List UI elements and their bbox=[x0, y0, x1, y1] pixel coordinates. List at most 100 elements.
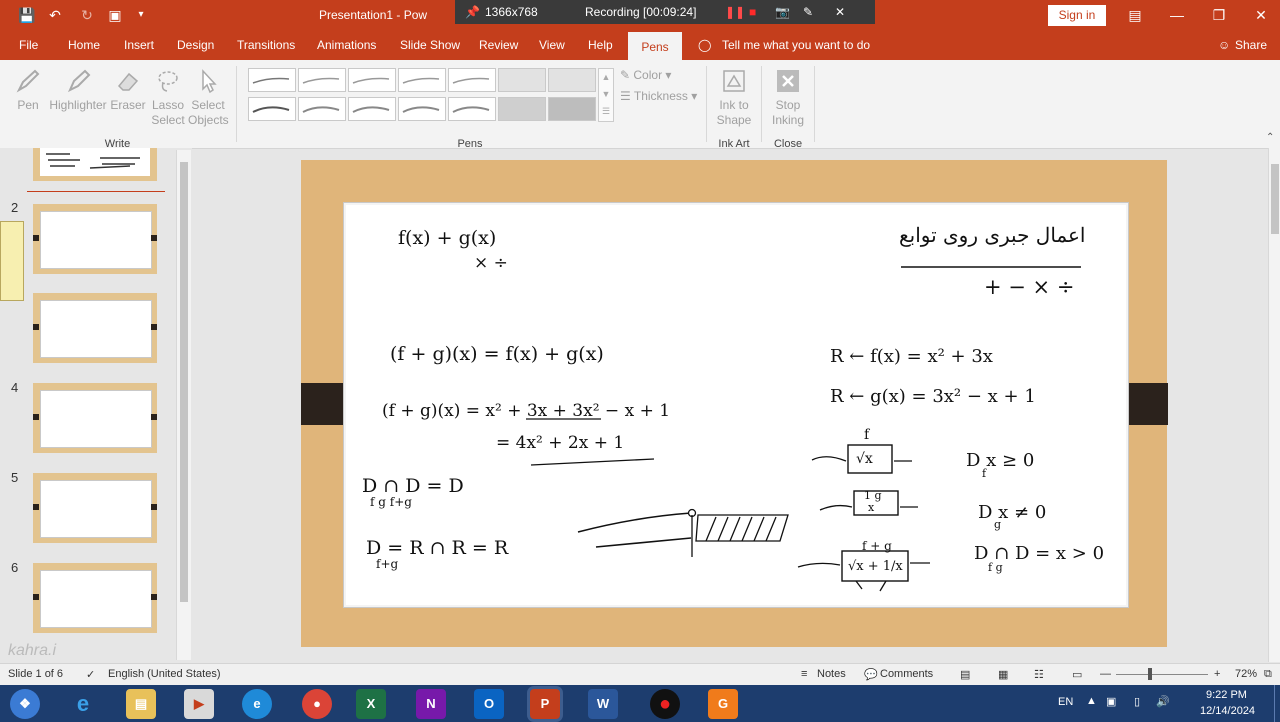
pen-gallery-scroll[interactable]: ▲ ▼ ☰ bbox=[598, 68, 614, 122]
tab-pens[interactable]: Pens bbox=[628, 32, 682, 60]
highlighter-preset[interactable] bbox=[498, 68, 546, 92]
start-from-beginning-icon[interactable]: ▣ bbox=[106, 6, 124, 24]
pen-button[interactable]: Pen bbox=[10, 68, 46, 113]
tab-help[interactable]: Help bbox=[588, 38, 613, 52]
media-player-icon[interactable]: ▶ bbox=[184, 689, 214, 719]
tab-view[interactable]: View bbox=[539, 38, 565, 52]
pen-preset[interactable] bbox=[298, 68, 346, 92]
color-dropdown[interactable]: ✎ Color ▾ bbox=[620, 68, 671, 82]
highlighter-button[interactable]: Highlighter bbox=[48, 68, 108, 113]
slide-thumbnail-2[interactable] bbox=[33, 204, 157, 274]
internet-explorer-icon[interactable]: e bbox=[68, 689, 98, 719]
powerpoint-icon[interactable]: P bbox=[530, 689, 560, 719]
pen-preset[interactable] bbox=[298, 97, 346, 121]
tray-expand-icon[interactable]: ▲ bbox=[1086, 695, 1097, 707]
pen-preset[interactable] bbox=[448, 68, 496, 92]
outlook-icon[interactable]: O bbox=[474, 689, 504, 719]
lasso-select-button[interactable]: Lasso Select bbox=[150, 68, 186, 128]
edge-icon[interactable]: e bbox=[242, 689, 272, 719]
tab-transitions[interactable]: Transitions bbox=[237, 38, 295, 52]
highlighter-preset[interactable] bbox=[548, 68, 596, 92]
comments-button[interactable]: Comments bbox=[880, 668, 933, 680]
spellcheck-icon[interactable]: ✓ bbox=[86, 668, 95, 681]
scrollbar-thumb[interactable] bbox=[180, 162, 188, 602]
minimize-icon[interactable]: — bbox=[1168, 6, 1186, 24]
screen-recorder-icon[interactable]: ● bbox=[650, 689, 680, 719]
reading-view-icon[interactable]: ☷ bbox=[1034, 668, 1044, 681]
pen-preset[interactable] bbox=[348, 97, 396, 121]
pen-preset[interactable] bbox=[448, 97, 496, 121]
pen-preset[interactable] bbox=[398, 68, 446, 92]
language-label[interactable]: English (United States) bbox=[108, 668, 221, 680]
sign-in-button[interactable]: Sign in bbox=[1048, 5, 1106, 26]
customize-toolbar-icon[interactable]: ▾ bbox=[132, 6, 150, 24]
show-desktop-button[interactable] bbox=[1274, 685, 1280, 722]
ribbon-display-icon[interactable]: ▤ bbox=[1126, 6, 1144, 24]
slideshow-icon[interactable]: ▭ bbox=[1072, 668, 1082, 681]
tab-review[interactable]: Review bbox=[479, 38, 518, 52]
notes-icon[interactable]: ≡ bbox=[801, 668, 807, 680]
zoom-slider[interactable] bbox=[1116, 674, 1208, 675]
stop-inking-button[interactable]: Stop Inking bbox=[766, 68, 810, 128]
onenote-icon[interactable]: N bbox=[416, 689, 446, 719]
camera-icon[interactable]: 📷 bbox=[775, 5, 790, 19]
select-objects-button[interactable]: Select Objects bbox=[188, 68, 229, 128]
undo-icon[interactable]: ↶ bbox=[46, 6, 64, 24]
thumbnail-scrollbar[interactable] bbox=[176, 150, 191, 660]
tab-animations[interactable]: Animations bbox=[317, 38, 376, 52]
tab-design[interactable]: Design bbox=[177, 38, 214, 52]
tab-file[interactable]: File bbox=[19, 38, 38, 52]
normal-view-icon[interactable]: ▤ bbox=[960, 668, 970, 681]
pen-preset[interactable] bbox=[398, 97, 446, 121]
share-icon[interactable]: ☺ bbox=[1218, 38, 1230, 52]
pen-preset[interactable] bbox=[248, 68, 296, 92]
tell-me-search[interactable]: Tell me what you want to do bbox=[722, 38, 870, 52]
input-language[interactable]: EN bbox=[1058, 696, 1073, 708]
fit-to-window-icon[interactable]: ⧉ bbox=[1264, 668, 1272, 681]
clock-time[interactable]: 9:22 PM bbox=[1206, 689, 1247, 701]
share-button[interactable]: Share bbox=[1235, 38, 1267, 52]
redo-icon[interactable]: ↻ bbox=[78, 6, 96, 24]
pause-icon[interactable]: ❚❚ bbox=[725, 5, 745, 19]
save-icon[interactable]: 💾 bbox=[18, 6, 36, 24]
file-explorer-icon[interactable]: ▤ bbox=[126, 689, 156, 719]
network-icon[interactable]: ▯ bbox=[1134, 695, 1140, 708]
recorder-app-icon[interactable]: G bbox=[708, 689, 738, 719]
thickness-dropdown[interactable]: ☰ Thickness ▾ bbox=[620, 89, 697, 103]
tray-app-icon[interactable]: ▣ bbox=[1106, 695, 1116, 708]
slide-thumbnail-4[interactable] bbox=[33, 383, 157, 453]
zoom-slider-handle[interactable] bbox=[1148, 668, 1152, 680]
stop-record-icon[interactable]: ■ bbox=[749, 5, 756, 19]
zoom-in-icon[interactable]: + bbox=[1214, 668, 1220, 680]
comments-icon[interactable]: 💬 bbox=[864, 668, 878, 681]
pen-preset[interactable] bbox=[248, 97, 296, 121]
pen-preset[interactable] bbox=[348, 68, 396, 92]
volume-icon[interactable]: 🔊 bbox=[1156, 695, 1170, 708]
restore-icon[interactable]: ❐ bbox=[1210, 6, 1228, 24]
tab-slide-show[interactable]: Slide Show bbox=[400, 38, 460, 52]
scrollbar-thumb[interactable] bbox=[1271, 164, 1279, 234]
highlighter-preset[interactable] bbox=[498, 97, 546, 121]
clock-date[interactable]: 12/14/2024 bbox=[1200, 705, 1255, 717]
ink-to-shape-button[interactable]: Ink to Shape bbox=[712, 68, 756, 128]
collapse-ribbon-icon[interactable]: ⌃ bbox=[1266, 132, 1274, 143]
draw-icon[interactable]: ✎ bbox=[803, 5, 813, 19]
highlighter-preset[interactable] bbox=[548, 97, 596, 121]
eraser-button[interactable]: Eraser bbox=[110, 68, 146, 113]
slide-sorter-icon[interactable]: ▦ bbox=[998, 668, 1008, 681]
slide-thumbnail-5[interactable] bbox=[33, 473, 157, 543]
tab-insert[interactable]: Insert bbox=[124, 38, 154, 52]
chrome-icon[interactable]: ● bbox=[302, 689, 332, 719]
slide-thumbnail-6[interactable] bbox=[33, 563, 157, 633]
word-icon[interactable]: W bbox=[588, 689, 618, 719]
excel-icon[interactable]: X bbox=[356, 689, 386, 719]
notes-button[interactable]: Notes bbox=[817, 668, 846, 680]
tab-home[interactable]: Home bbox=[68, 38, 100, 52]
zoom-out-icon[interactable]: — bbox=[1100, 668, 1111, 680]
slide-thumbnail-1[interactable] bbox=[33, 148, 157, 181]
close-recorder-icon[interactable]: ✕ bbox=[835, 5, 845, 19]
close-icon[interactable]: ✕ bbox=[1252, 6, 1270, 24]
slide-thumbnail-3[interactable] bbox=[33, 293, 157, 363]
slide-scrollbar[interactable] bbox=[1268, 148, 1280, 662]
zoom-level[interactable]: 72% bbox=[1235, 668, 1257, 680]
